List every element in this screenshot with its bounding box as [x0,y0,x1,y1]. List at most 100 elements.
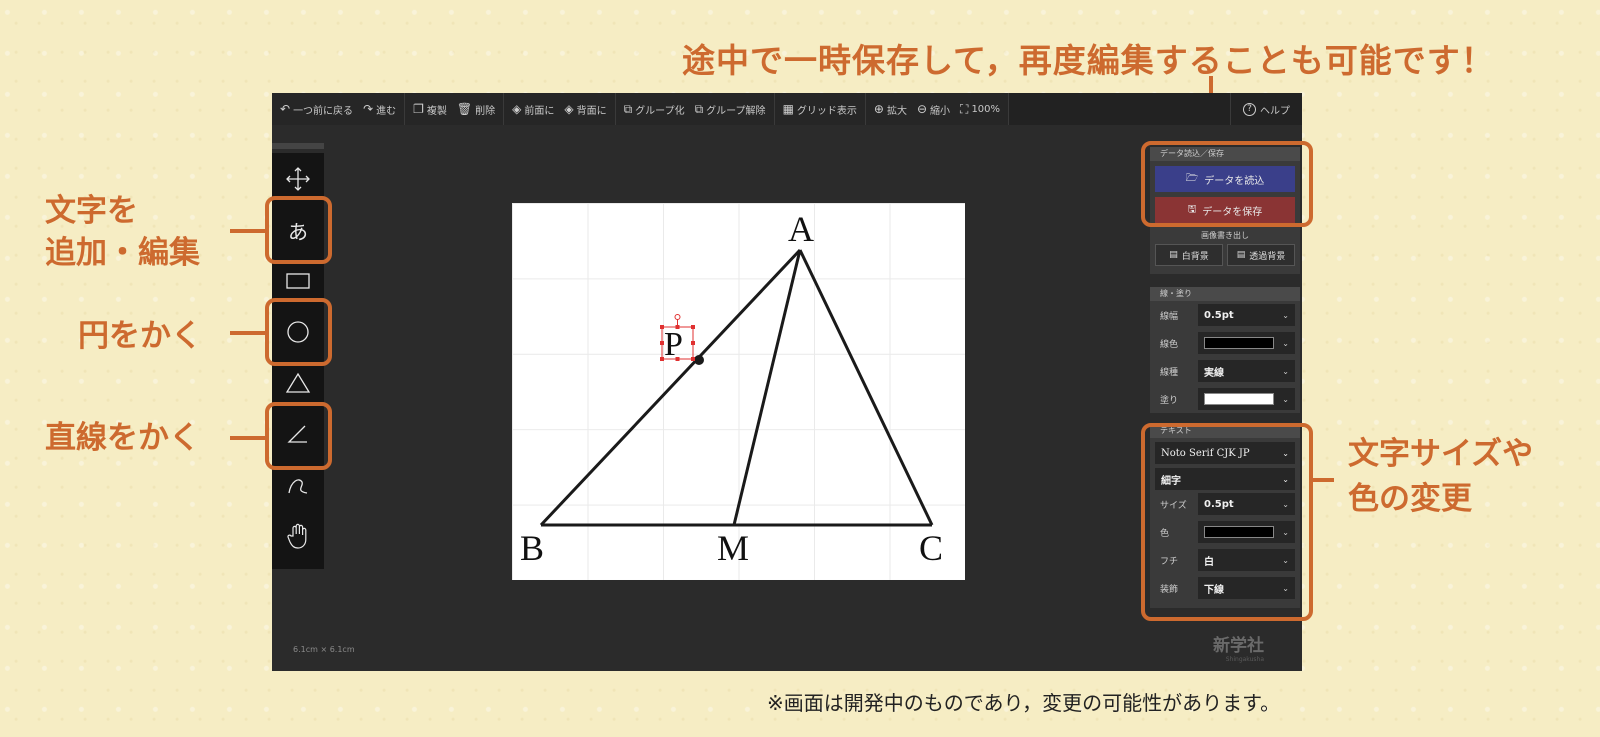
redo-button[interactable]: ↷ 進む [363,102,396,117]
callout-add-text: 文字を 追加・編集 [45,190,200,274]
delete-label: 削除 [475,105,496,117]
grid-toggle-button[interactable]: ▦ グリッド表示 [783,102,857,117]
callout-add-text-line2: 追加・編集 [45,235,200,271]
publisher-logo: 新学社 Shingakusha [1213,631,1264,663]
duplicate-label: 複製 [426,105,447,117]
canvas-size-label: 6.1cm × 6.1cm [293,645,355,654]
highlight-text-panel [1141,423,1313,621]
image-file-icon: ▤ [1169,250,1178,260]
export-white-button[interactable]: ▤ 白背景 [1155,244,1223,266]
stroke-width-value: 0.5pt [1204,309,1234,321]
callout-text-size: 文字サイズや 色の変更 [1348,432,1533,522]
fit-icon: ⛶ [960,101,969,116]
group-label: グループ化 [635,105,685,117]
stroke-type-value: 実線 [1204,367,1224,379]
stroke-panel: 線・塗り 線幅 0.5pt ⌄ 線色 ⌄ 線種 実線 ⌄ 塗り ⌄ [1150,287,1300,413]
fill-color-swatch [1204,393,1274,405]
undo-label: 一つ前に戻る [293,105,354,117]
white-bg-label: 白背景 [1181,251,1209,262]
grid-icon: ▦ [782,102,794,116]
hand-tool[interactable] [276,514,320,558]
grid-group: ▦ グリッド表示 [774,93,866,125]
help-button[interactable]: ? ヘルプ [1230,93,1302,125]
history-group: ↶ 一つ前に戻る ↷ 進む [272,93,406,125]
export-transparent-button[interactable]: ▤ 透過背景 [1227,244,1295,266]
geometry-figure: A B C M P [520,209,943,568]
group-icon: ⧉ [623,101,633,116]
zoom-out-icon: ⊖ [916,102,928,116]
highlight-text-tool [265,196,332,264]
bring-front-button[interactable]: ◈ 前面に [512,102,554,117]
zoom-reset-button[interactable]: ⛶ 100% [960,102,1000,117]
stroke-type-select[interactable]: 実線 ⌄ [1198,360,1295,382]
redo-label: 進む [376,105,397,117]
fill-select[interactable]: ⌄ [1198,388,1295,410]
duplicate-icon: ❐ [413,102,424,116]
move-tool[interactable] [276,157,320,201]
ungroup-icon: ⧉ [694,101,704,116]
group-button[interactable]: ⧉ グループ化 [624,102,685,117]
zoom-in-icon: ⊕ [873,102,884,116]
segment-am[interactable] [732,249,802,526]
segment-ab[interactable] [539,248,802,527]
order-group: ◈ 前面に ◈ 背面に [504,93,616,125]
label-p[interactable]: P [664,326,683,363]
label-b[interactable]: B [520,528,544,568]
zoom-out-button[interactable]: ⊖ 縮小 [917,102,950,117]
trash-icon: 🗑 [456,102,473,116]
zoom-group: ⊕ 拡大 ⊖ 縮小 ⛶ 100% [865,93,1010,125]
move-icon [286,167,310,191]
toolbar: ↶ 一つ前に戻る ↷ 進む ❐ 複製 🗑 削除 ◈ 前面に ◈ 背面に ⧉ グループ化 ⧉ グル… [272,93,1302,125]
export-row: ▤ 白背景 ▤ 透過背景 [1150,241,1300,271]
undo-button[interactable]: ↶ 一つ前に戻る [280,102,353,117]
layers-up-icon: ◈ [512,102,522,116]
stroke-color-label: 線色 [1160,339,1179,350]
label-c[interactable]: C [919,528,943,568]
help-icon: ? [1243,102,1256,116]
front-label: 前面に [524,105,555,117]
layers-down-icon: ◈ [564,102,574,116]
segment-ac[interactable] [798,249,934,526]
delete-button[interactable]: 🗑 削除 [457,102,495,117]
zoom-in-label: 拡大 [886,105,907,117]
stroke-type-label: 線種 [1160,367,1179,378]
connector-line [230,436,266,440]
stroke-color-select[interactable]: ⌄ [1198,332,1295,354]
drawing-canvas[interactable]: A B C M P [512,203,965,580]
headline: 途中で一時保存して，再度編集することも可能です！ [682,41,1495,80]
stroke-width-label: 線幅 [1160,311,1179,322]
highlight-data-panel [1141,141,1313,227]
point-p[interactable] [694,355,704,365]
highlight-circle-tool [265,298,332,366]
chevron-down-icon: ⌄ [1282,338,1289,348]
export-label: 画像書き出し [1201,231,1249,240]
rotate-handle[interactable] [674,314,681,320]
stroke-panel-header: 線・塗り [1150,287,1300,301]
ungroup-label: グループ解除 [706,105,766,117]
edit-group: ❐ 複製 🗑 削除 [405,93,505,125]
connector-text [230,229,266,233]
triangle-tool[interactable] [276,361,320,405]
rectangle-tool[interactable] [276,259,320,303]
send-back-button[interactable]: ◈ 背面に [564,102,606,117]
fill-label: 塗り [1160,395,1179,406]
grid-label: グリッド表示 [796,105,857,117]
undo-icon: ↶ [280,102,291,116]
duplicate-button[interactable]: ❐ 複製 [413,102,447,117]
callout-circle: 円をかく [78,318,202,354]
zoom-level: 100% [971,103,1001,115]
zoom-in-button[interactable]: ⊕ 拡大 [874,102,907,117]
ungroup-button[interactable]: ⧉ グループ解除 [695,102,766,117]
chevron-down-icon: ⌄ [1282,366,1289,376]
callout-line: 直線をかく [45,420,200,456]
freehand-icon [288,479,308,494]
chevron-down-icon: ⌄ [1282,310,1289,320]
label-m[interactable]: M [717,528,749,568]
stroke-color-swatch [1204,337,1274,349]
connector-size [1310,478,1334,482]
footnote: ※画面は開発中のものであり，変更の可能性があります。 [767,691,1281,715]
label-a[interactable]: A [788,209,814,249]
stroke-width-select[interactable]: 0.5pt ⌄ [1198,304,1295,326]
tools-handle[interactable] [272,143,324,149]
image-file-icon: ▤ [1236,250,1246,260]
